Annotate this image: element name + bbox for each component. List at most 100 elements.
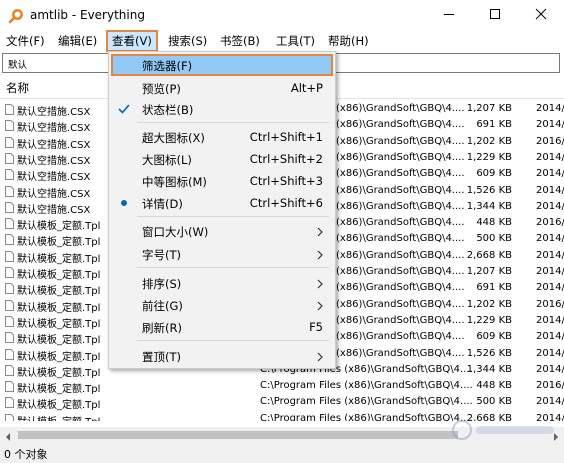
file-size: 1,344 KB — [466, 200, 512, 212]
view-menu-item[interactable]: 窗口大小(W) — [111, 220, 333, 242]
file-name: 默认模板_定额.Tpl — [17, 302, 101, 314]
table-row[interactable]: 默认模板_定额.Tpl C:\Program Files (x86)\GrandS… — [0, 379, 564, 395]
view-menu-dropdown: 筛选器(F) 预览(P) Alt+P 状态栏(B) 超大图标(X) Ctrl+Shift+… — [108, 51, 336, 369]
file-name: 默认模板_定额.Tpl — [17, 335, 101, 347]
file-path: C:\Program Files (x86)\GrandSoft\GBQ\4..… — [260, 412, 473, 421]
file-name: 默认模板_定额.Tpl — [17, 286, 101, 298]
file-date: 2014/ — [536, 151, 564, 163]
view-menu-item[interactable]: 排序(S) — [111, 272, 333, 294]
view-menu-item[interactable]: 预览(P) Alt+P — [111, 77, 333, 99]
file-date: 2014/ — [536, 331, 564, 343]
file-size: 609 KB — [476, 168, 512, 180]
file-date: 2014/ — [536, 249, 564, 261]
file-name: 默认空措施.CSX — [17, 204, 91, 216]
maximize-button[interactable] — [472, 0, 518, 31]
menu-item-label: 窗口大小(W) — [142, 225, 209, 239]
file-path: C:\Program Files (x86)\GrandSoft\GBQ\4..… — [260, 396, 473, 408]
file-icon — [5, 169, 14, 181]
file-icon — [5, 152, 14, 164]
file-size: 691 KB — [476, 282, 512, 294]
view-menu-item[interactable]: 中等图标(M) Ctrl+Shift+3 — [111, 170, 333, 192]
close-button[interactable] — [518, 0, 564, 31]
menu-file[interactable]: 文件(F) — [2, 32, 49, 50]
file-date: 2016/ — [536, 380, 564, 392]
file-path: (x86)\GrandSoft\GBQ\4.... — [336, 298, 465, 310]
file-size: 448 KB — [476, 217, 512, 229]
file-size: 1,229 KB — [466, 314, 512, 326]
file-size: 500 KB — [476, 396, 512, 408]
file-date: 2014/ — [536, 184, 564, 196]
menu-edit[interactable]: 编辑(E) — [54, 32, 101, 50]
file-icon — [5, 120, 14, 132]
watermark-logo — [450, 418, 560, 442]
file-icon — [5, 413, 14, 421]
file-name: 默认模板_定额.Tpl — [17, 221, 101, 233]
file-name: 默认模板_定额.Tpl — [17, 367, 101, 379]
file-name: 默认模板_定额.Tpl — [17, 384, 101, 396]
view-menu-item[interactable]: 状态栏(B) — [111, 98, 333, 120]
file-path: (x86)\GrandSoft\GBQ\4.... — [336, 103, 465, 114]
menu-item-label: 预览(P) — [142, 82, 181, 96]
file-name: 默认模板_定额.Tpl — [17, 400, 101, 412]
file-name: 默认模板_定额.Tpl — [17, 318, 101, 330]
file-path: (x86)\GrandSoft\GBQ\4.... — [336, 200, 465, 212]
menu-search[interactable]: 搜索(S) — [164, 32, 211, 50]
file-size: 1,526 KB — [466, 347, 512, 359]
view-menu-item[interactable]: 置顶(T) — [111, 345, 333, 367]
scrollbar-thumb[interactable] — [18, 431, 458, 439]
file-size: 500 KB — [476, 233, 512, 245]
file-icon — [5, 234, 14, 246]
table-row[interactable]: 默认模板_定额.Tpl C:\Program Files (x86)\GrandS… — [0, 395, 564, 411]
file-path: (x86)\GrandSoft\GBQ\4.... — [336, 314, 465, 326]
menu-item-label: 置顶(T) — [142, 350, 181, 364]
menu-separator — [137, 122, 329, 123]
chevron-right-icon — [317, 226, 323, 240]
menu-item-label: 筛选器(F) — [142, 59, 193, 73]
file-date: 2014/ — [536, 347, 564, 359]
file-icon — [5, 218, 14, 230]
file-path: (x86)\GrandSoft\GBQ\4.... — [336, 151, 465, 163]
file-icon — [5, 283, 14, 295]
file-icon — [5, 185, 14, 197]
view-menu-item[interactable]: 超大图标(X) Ctrl+Shift+1 — [111, 126, 333, 148]
column-name-header[interactable]: 名称 — [6, 80, 29, 96]
file-name: 默认空措施.CSX — [17, 172, 91, 184]
file-path: (x86)\GrandSoft\GBQ\4.... — [336, 184, 465, 196]
view-menu-item[interactable]: 大图标(L) Ctrl+Shift+2 — [111, 148, 333, 170]
menu-item-shortcut: F5 — [309, 320, 323, 334]
chevron-right-icon — [317, 278, 323, 292]
minimize-button[interactable] — [426, 0, 472, 31]
menu-separator — [137, 267, 329, 268]
view-menu-item[interactable]: 刷新(R) F5 — [111, 316, 333, 338]
status-text: 0 个对象 — [4, 448, 48, 461]
view-menu-item[interactable]: 详情(D) Ctrl+Shift+6 — [111, 192, 333, 214]
chevron-right-icon — [317, 249, 323, 263]
menu-item-shortcut: Ctrl+Shift+3 — [249, 174, 323, 188]
menu-tools[interactable]: 工具(T) — [272, 32, 319, 50]
magnifier-icon — [8, 8, 24, 24]
file-name: 默认模板_定额.Tpl — [17, 270, 101, 281]
file-date: 2014/ — [536, 119, 564, 131]
view-menu-item[interactable]: 字号(T) — [111, 243, 333, 265]
view-menu-item[interactable]: 前往(G) — [111, 294, 333, 316]
view-menu-item[interactable]: 筛选器(F) — [111, 54, 333, 76]
file-path: C:\Program Files (x86)\GrandSoft\GBQ\4..… — [260, 380, 473, 392]
file-icon — [5, 348, 14, 360]
menu-item-shortcut: Alt+P — [290, 81, 323, 95]
file-size: 609 KB — [476, 331, 512, 343]
search-value: 默认 — [8, 60, 28, 71]
file-name: 默认空措施.CSX — [17, 107, 91, 118]
file-name: 默认模板_定额.Tpl — [17, 413, 100, 421]
menu-separator — [137, 340, 329, 341]
file-path: (x86)\GrandSoft\GBQ\4.... — [336, 217, 465, 229]
menu-item-label: 大图标(L) — [142, 153, 192, 167]
menu-item-shortcut: Ctrl+Shift+6 — [249, 196, 323, 210]
file-path: (x86)\GrandSoft\GBQ\4.... — [336, 233, 465, 245]
file-icon — [5, 315, 14, 327]
menu-view[interactable]: 查看(V) — [106, 30, 158, 52]
minimize-icon — [443, 8, 455, 23]
menu-help[interactable]: 帮助(H) — [324, 32, 373, 50]
check-icon — [117, 102, 131, 116]
menu-bookmarks[interactable]: 书签(B) — [216, 32, 264, 50]
file-icon — [5, 397, 14, 409]
